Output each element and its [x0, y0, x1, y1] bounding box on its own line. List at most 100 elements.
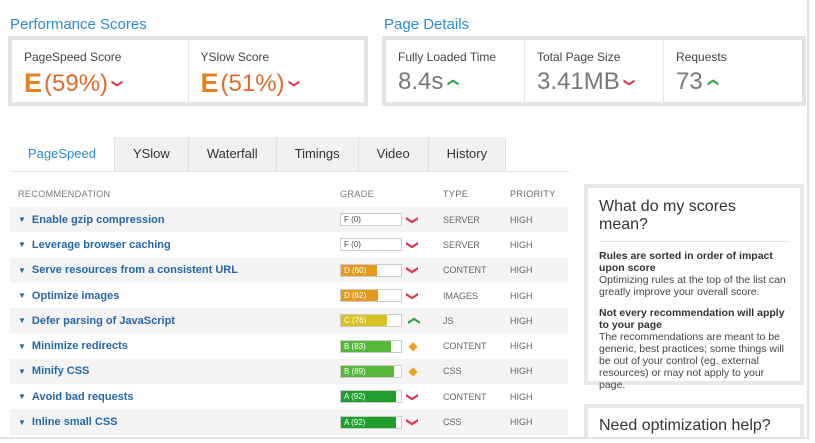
panel-p2-text: The recommendations are meant to be gene…	[599, 331, 784, 391]
grade-label: A (92)	[344, 392, 366, 402]
recommendation-cell: ▼ Serve resources from a consistent URL	[10, 264, 340, 276]
panel-p1-bold: Rules are sorted in order of impact upon…	[599, 250, 773, 274]
expand-caret-icon[interactable]: ▼	[18, 392, 26, 401]
table-row: ▼ Defer parsing of JavaScript C (76) ❯ JS HIG…	[10, 308, 568, 334]
pagespeed-score: PageSpeed Score E (59%) ❯	[12, 40, 189, 102]
page-size-value: 3.41MB	[537, 68, 620, 95]
panel-p2-bold: Not every recommendation will apply to y…	[599, 307, 785, 331]
diamond-icon: ◆	[408, 339, 418, 354]
grade-cell: B (83) ◆	[340, 339, 443, 353]
recommendation-link[interactable]: Inline small CSS	[32, 416, 118, 428]
chevron-down-icon: ❯	[287, 78, 300, 89]
grade-label: B (83)	[344, 341, 366, 351]
page-size-label: Total Page Size	[537, 50, 621, 64]
tab-yslow[interactable]: YSlow	[114, 137, 189, 171]
recommendation-cell: ▼ Minify CSS	[10, 365, 340, 377]
recommendation-cell: ▼ Leverage browser caching	[10, 239, 340, 251]
table-row: ▼ Optimize images D (62) ❯ IMAGES HIGH	[10, 283, 568, 308]
chevron-down-icon: ❯	[406, 416, 420, 428]
yslow-score: YSlow Score E (51%) ❯	[189, 40, 365, 102]
table-row: ▼ Avoid bad requests A (92) ❯ CONTENT HIGH	[10, 384, 568, 409]
grade-bar: A (92)	[340, 415, 402, 429]
table-header: RECOMMENDATION GRADE TYPE PRIORITY	[10, 181, 568, 207]
chevron-up-icon: ❯	[706, 77, 719, 87]
tab-timings[interactable]: Timings	[276, 137, 359, 171]
grade-bar: D (62)	[340, 289, 402, 303]
recommendation-link[interactable]: Optimize images	[32, 290, 119, 302]
recommendation-link[interactable]: Minimize redirects	[32, 340, 128, 352]
requests-value: 73	[676, 68, 703, 95]
chevron-down-icon: ❯	[406, 391, 420, 402]
priority-cell: HIGH	[510, 265, 533, 276]
grade-bar: F (0)	[340, 213, 402, 227]
grade-label: D (60)	[344, 265, 367, 275]
chevron-down-icon: ❯	[406, 214, 420, 225]
grade-cell: A (92) ❯	[340, 415, 443, 429]
panel-p1-text: Optimizing rules at the top of the list …	[599, 274, 786, 298]
type-cell: IMAGES	[443, 290, 479, 301]
grade-label: F (0)	[344, 240, 361, 250]
type-cell: CONTENT	[443, 265, 487, 276]
tab-history[interactable]: History	[428, 137, 507, 171]
tab-video[interactable]: Video	[358, 137, 429, 171]
type-cell: CONTENT	[443, 391, 487, 402]
fully-loaded-time: Fully Loaded Time 8.4s ❯	[386, 40, 525, 102]
page-details-title: Page Details	[384, 16, 470, 33]
expand-caret-icon[interactable]: ▼	[18, 367, 26, 376]
grade-bar: F (0)	[340, 238, 402, 252]
expand-caret-icon[interactable]: ▼	[18, 316, 26, 325]
tab-pagespeed[interactable]: PageSpeed	[10, 137, 115, 171]
recommendation-link[interactable]: Enable gzip compression	[32, 214, 165, 226]
expand-caret-icon[interactable]: ▼	[18, 266, 26, 275]
recommendation-cell: ▼ Optimize images	[10, 290, 340, 302]
table-row: ▼ Inline small CSS A (92) ❯ CSS HIGH	[10, 409, 568, 435]
priority-cell: HIGH	[510, 417, 533, 428]
recommendation-cell: ▼ Minimize redirects	[10, 340, 340, 352]
chevron-down-icon: ❯	[622, 77, 635, 87]
expand-caret-icon[interactable]: ▼	[18, 418, 26, 427]
type-cell: SERVER	[443, 239, 480, 250]
priority-cell: HIGH	[510, 315, 533, 326]
grade-cell: B (89) ◆	[340, 364, 443, 378]
fully-loaded-value: 8.4s	[398, 68, 444, 95]
recommendation-link[interactable]: Serve resources from a consistent URL	[32, 264, 238, 276]
panel-paragraph-2: Not every recommendation will apply to y…	[599, 307, 789, 391]
recommendation-link[interactable]: Defer parsing of JavaScript	[32, 315, 175, 327]
priority-cell: HIGH	[510, 290, 533, 301]
fully-loaded-label: Fully Loaded Time	[398, 50, 497, 64]
expand-caret-icon[interactable]: ▼	[18, 291, 26, 300]
chevron-up-icon: ❯	[447, 77, 460, 87]
grade-cell: A (92) ❯	[340, 390, 443, 404]
priority-cell: HIGH	[510, 366, 533, 377]
type-cell: CSS	[443, 366, 462, 377]
recommendation-cell: ▼ Avoid bad requests	[10, 391, 340, 403]
header-type: TYPE	[443, 189, 469, 199]
recommendation-cell: ▼ Enable gzip compression	[10, 214, 340, 226]
tab-waterfall[interactable]: Waterfall	[188, 137, 277, 171]
table-row: ▼ Serve resources from a consistent URL D …	[10, 257, 568, 283]
recommendation-link[interactable]: Avoid bad requests	[32, 391, 134, 403]
recommendation-cell: ▼ Defer parsing of JavaScript	[10, 315, 340, 327]
expand-caret-icon[interactable]: ▼	[18, 240, 26, 249]
expand-caret-icon[interactable]: ▼	[18, 342, 26, 351]
grade-cell: D (62) ❯	[340, 289, 443, 303]
recommendation-link[interactable]: Leverage browser caching	[32, 239, 171, 251]
scores-help-panel: What do my scores mean? Rules are sorted…	[584, 184, 804, 391]
panel-title: What do my scores mean?	[599, 198, 736, 233]
table-row: ▼ Enable gzip compression F (0) ❯ SERVER HIGH	[10, 207, 568, 233]
header-grade: GRADE	[340, 189, 375, 199]
grade-label: C (76)	[344, 316, 367, 326]
optimization-help-panel: Need optimization help?	[584, 404, 804, 437]
recommendation-cell: ▼ Inline small CSS	[10, 416, 340, 428]
recommendation-link[interactable]: Minify CSS	[32, 365, 89, 377]
type-cell: JS	[443, 315, 454, 326]
header-recommendation: RECOMMENDATION	[18, 189, 111, 199]
grade-bar: B (89)	[340, 364, 402, 378]
type-cell: CSS	[443, 417, 462, 428]
grade-label: B (89)	[344, 366, 366, 376]
pagespeed-percent: (59%)	[44, 69, 109, 97]
grade-bar: C (76)	[340, 314, 402, 328]
expand-caret-icon[interactable]: ▼	[18, 215, 26, 224]
recommendations-table: RECOMMENDATION GRADE TYPE PRIORITY ▼ Enab…	[10, 181, 568, 435]
page-details-box: Fully Loaded Time 8.4s ❯ Total Page Size…	[382, 36, 806, 106]
